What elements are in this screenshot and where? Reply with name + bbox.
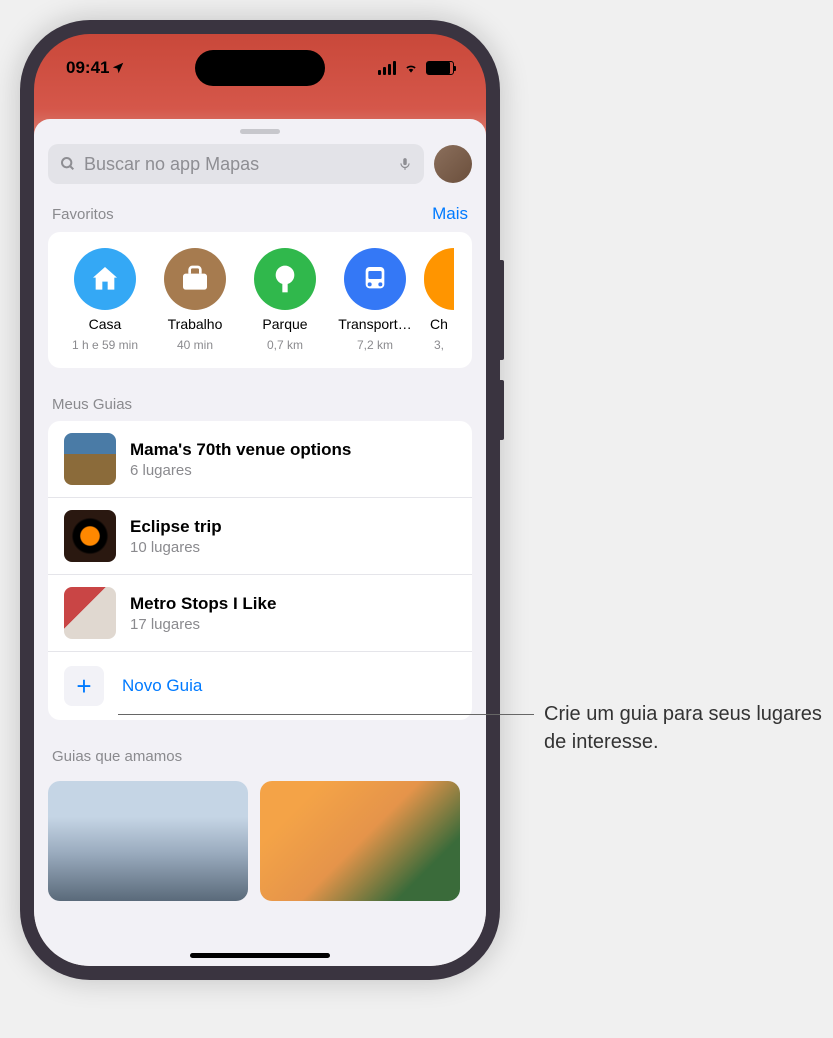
loved-guides-header: Guias que amamos <box>52 748 182 765</box>
microphone-icon[interactable] <box>398 154 412 174</box>
guide-row[interactable]: Mama's 70th venue options 6 lugares <box>48 421 472 498</box>
search-placeholder: Buscar no app Mapas <box>84 154 390 175</box>
guide-thumbnail <box>64 510 116 562</box>
guide-title: Eclipse trip <box>130 517 456 537</box>
home-icon <box>89 263 121 295</box>
status-time: 09:41 <box>66 58 109 78</box>
callout-line <box>118 714 534 715</box>
home-indicator[interactable] <box>190 953 330 958</box>
profile-avatar[interactable] <box>434 145 472 183</box>
guide-thumbnail <box>64 433 116 485</box>
guide-title: Metro Stops I Like <box>130 594 456 614</box>
wifi-icon <box>402 61 420 75</box>
new-guide-button[interactable]: + Novo Guia <box>48 652 472 720</box>
guide-row[interactable]: Eclipse trip 10 lugares <box>48 498 472 575</box>
signal-icon <box>378 61 396 75</box>
favorites-header: Favoritos <box>52 206 114 223</box>
phone-frame: 09:41 <box>20 20 500 980</box>
favorite-park[interactable]: Parque 0,7 km <box>244 248 326 352</box>
my-guides-card: Mama's 70th venue options 6 lugares Ecli… <box>48 421 472 720</box>
guide-row[interactable]: Metro Stops I Like 17 lugares <box>48 575 472 652</box>
loved-guide-card[interactable] <box>260 781 460 901</box>
favorites-card: Casa 1 h e 59 min Trabalho 40 min <box>48 232 472 368</box>
guide-thumbnail <box>64 587 116 639</box>
loved-guide-card[interactable] <box>48 781 248 901</box>
callout-text: Crie um guia para seus lugares de intere… <box>544 700 833 756</box>
search-input[interactable]: Buscar no app Mapas <box>48 144 424 184</box>
loved-guides-row <box>48 781 472 901</box>
favorite-transit[interactable]: Transport… 7,2 km <box>334 248 416 352</box>
battery-icon <box>426 61 454 75</box>
screen: 09:41 <box>34 34 486 966</box>
guide-subtitle: 10 lugares <box>130 539 456 556</box>
dynamic-island <box>195 50 325 86</box>
sheet-grabber[interactable] <box>240 129 280 134</box>
transit-icon <box>359 263 391 295</box>
tree-icon <box>269 263 301 295</box>
location-arrow-icon <box>111 61 125 75</box>
guide-subtitle: 6 lugares <box>130 462 456 479</box>
briefcase-icon <box>179 263 211 295</box>
new-guide-label: Novo Guia <box>122 676 202 696</box>
guide-title: Mama's 70th venue options <box>130 440 456 460</box>
search-sheet: Buscar no app Mapas Favoritos Mais <box>34 119 486 966</box>
guide-subtitle: 17 lugares <box>130 616 456 633</box>
my-guides-header: Meus Guias <box>52 396 132 413</box>
favorite-work[interactable]: Trabalho 40 min <box>154 248 236 352</box>
favorite-partial[interactable]: Ch 3, <box>424 248 454 352</box>
plus-icon: + <box>76 671 91 702</box>
search-icon <box>60 156 76 172</box>
favorite-home[interactable]: Casa 1 h e 59 min <box>64 248 146 352</box>
favorites-more-link[interactable]: Mais <box>432 204 468 224</box>
